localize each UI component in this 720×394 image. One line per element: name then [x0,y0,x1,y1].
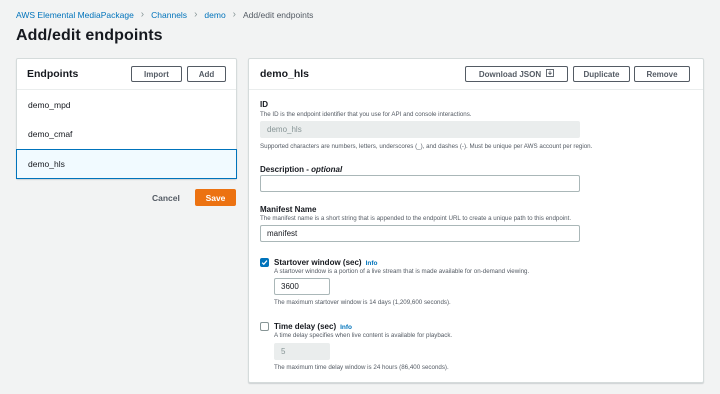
id-constraint-text: Supported characters are numbers, letter… [260,143,593,150]
checkmark-icon [261,260,268,266]
breadcrumb-demo[interactable]: demo [204,10,225,20]
description-optional-text: optional [311,165,343,174]
endpoint-item-demo-cmaf[interactable]: demo_cmaf [17,119,236,148]
time-delay-checkbox[interactable] [260,322,269,331]
description-label: Description - optional [260,165,343,174]
endpoint-detail-panel: demo_hls Download JSON Duplicate Remove … [248,58,704,383]
breadcrumb: AWS Elemental MediaPackage › Channels › … [16,9,313,20]
import-button[interactable]: Import [131,66,182,82]
startover-description: A startover window is a portion of a liv… [274,268,530,275]
breadcrumb-mediapackage[interactable]: AWS Elemental MediaPackage [16,10,134,20]
time-delay-info-link[interactable]: Info [340,324,352,331]
startover-checkbox[interactable] [260,258,269,267]
manifest-name-description: The manifest name is a short string that… [260,215,572,222]
cancel-button[interactable]: Cancel [152,193,180,203]
endpoint-detail-title: demo_hls [260,68,310,80]
breadcrumb-current: Add/edit endpoints [243,9,314,20]
startover-hint: The maximum startover window is 14 days … [274,299,451,306]
endpoints-panel-header: Endpoints Import Add [17,59,236,90]
id-label: ID [260,100,268,109]
add-endpoint-button[interactable]: Add [187,66,226,82]
download-json-label: Download JSON [478,69,542,79]
id-field: demo_hls [260,121,580,138]
time-delay-field: 5 [274,343,330,360]
page-title: Add/edit endpoints [16,27,163,44]
description-label-text: Description [260,165,305,174]
endpoint-item-demo-mpd[interactable]: demo_mpd [17,90,236,119]
remove-button[interactable]: Remove [634,66,690,82]
download-json-button[interactable]: Download JSON [465,66,568,82]
id-description: The ID is the endpoint identifier that y… [260,111,472,118]
chevron-right-icon: › [140,9,145,20]
description-field[interactable] [260,175,580,192]
startover-label: Startover window (sec) Info [274,258,378,267]
time-delay-description: A time delay specifies when live content… [274,332,453,339]
breadcrumb-channels[interactable]: Channels [151,10,187,20]
download-icon [546,69,555,79]
time-delay-label: Time delay (sec) Info [274,322,352,331]
time-delay-hint: The maximum time delay window is 24 hour… [274,364,449,371]
endpoints-panel-title: Endpoints [27,68,79,80]
endpoint-item-demo-hls[interactable]: demo_hls [16,149,237,179]
endpoint-detail-header: demo_hls Download JSON Duplicate Remove [249,59,703,90]
manifest-name-field[interactable]: manifest [260,225,580,242]
time-delay-label-text: Time delay (sec) [274,322,337,331]
chevron-right-icon: › [194,9,198,20]
manifest-name-label: Manifest Name [260,205,317,214]
endpoints-panel: Endpoints Import Add demo_mpd demo_cmaf … [16,58,237,179]
startover-info-link[interactable]: Info [366,260,378,267]
startover-window-field[interactable]: 3600 [274,278,330,295]
save-button[interactable]: Save [195,189,236,206]
startover-label-text: Startover window (sec) [274,258,362,267]
chevron-right-icon: › [232,9,237,20]
duplicate-button[interactable]: Duplicate [573,66,630,82]
